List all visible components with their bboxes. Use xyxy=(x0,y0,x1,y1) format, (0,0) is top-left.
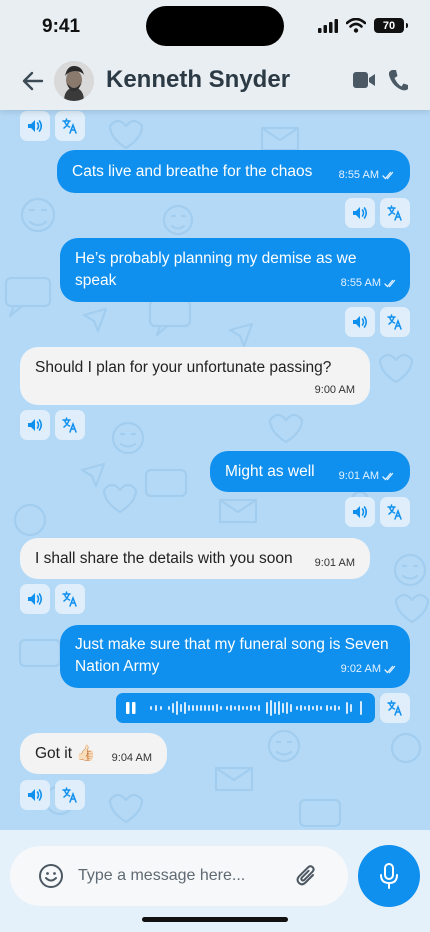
audio-waveform xyxy=(126,700,362,716)
speaker-icon xyxy=(28,120,43,132)
emoji-icon[interactable] xyxy=(38,863,64,889)
pause-icon xyxy=(126,702,130,714)
translate-button[interactable] xyxy=(55,111,85,141)
speak-button[interactable] xyxy=(20,780,50,810)
chat-header: 9:41 70 Kenneth Snyder xyxy=(0,0,430,110)
speak-button[interactable] xyxy=(20,584,50,614)
speak-button[interactable] xyxy=(20,410,50,440)
message-bubble-incoming[interactable]: Should I plan for your unfortunate passi… xyxy=(20,347,370,405)
message-time: 9:04 AM xyxy=(111,752,152,764)
status-time: 9:41 xyxy=(42,16,81,37)
message-bubble-outgoing[interactable]: He’s probably planning my demise as we s… xyxy=(60,238,410,302)
message-meta: 9:01 AM xyxy=(339,465,396,487)
conversation-bar: Kenneth Snyder xyxy=(0,58,430,104)
message-text: Cats live and breathe for the chaos xyxy=(72,163,313,180)
wifi-icon xyxy=(346,18,366,33)
message-text: I shall share the details with you soon xyxy=(35,550,293,567)
translate-button[interactable] xyxy=(55,410,85,440)
speak-button[interactable] xyxy=(20,111,50,141)
translate-button[interactable] xyxy=(55,584,85,614)
message-bubble-outgoing[interactable]: Cats live and breathe for the chaos 8:55… xyxy=(57,150,410,193)
back-arrow-icon[interactable] xyxy=(20,68,46,94)
translate-button[interactable] xyxy=(380,693,410,723)
speaker-icon xyxy=(353,207,368,219)
message-meta: 8:55 AM xyxy=(339,164,396,186)
contact-name[interactable]: Kenneth Snyder xyxy=(106,66,290,94)
message-time: 9:01 AM xyxy=(338,470,379,482)
translate-button[interactable] xyxy=(55,780,85,810)
translate-icon xyxy=(62,591,77,607)
message-input-container xyxy=(10,846,348,906)
battery-icon: 70 xyxy=(374,18,408,33)
translate-button[interactable] xyxy=(380,307,410,337)
avatar-photo xyxy=(54,61,94,101)
message-bubble-outgoing[interactable]: Just make sure that my funeral song is S… xyxy=(60,625,410,688)
translate-icon xyxy=(387,700,402,716)
speaker-icon xyxy=(353,506,368,518)
speaker-icon xyxy=(353,316,368,328)
avatar[interactable] xyxy=(54,61,94,101)
video-call-icon[interactable] xyxy=(352,69,376,91)
home-indicator xyxy=(142,917,288,922)
double-check-icon xyxy=(382,472,394,480)
dynamic-island xyxy=(146,6,284,46)
battery-level: 70 xyxy=(382,19,396,32)
translate-button[interactable] xyxy=(380,497,410,527)
status-icons: 70 xyxy=(318,18,408,33)
message-time: 8:55 AM xyxy=(338,169,379,181)
translate-icon xyxy=(387,205,402,221)
double-check-icon xyxy=(382,171,394,179)
microphone-icon xyxy=(380,863,398,889)
voice-playback-bar[interactable] xyxy=(116,693,375,723)
message-input[interactable] xyxy=(78,864,288,888)
message-time: 9:01 AM xyxy=(314,557,355,569)
translate-button[interactable] xyxy=(380,198,410,228)
speak-button[interactable] xyxy=(345,198,375,228)
translate-icon xyxy=(387,504,402,520)
speak-button[interactable] xyxy=(345,307,375,337)
translate-icon xyxy=(62,787,77,803)
translate-icon xyxy=(62,118,77,134)
phone-call-icon[interactable] xyxy=(387,68,409,92)
speaker-icon xyxy=(28,789,43,801)
microphone-button[interactable] xyxy=(358,845,420,907)
message-time: 9:00 AM xyxy=(314,384,355,396)
message-text: Should I plan for your unfortunate passi… xyxy=(35,359,332,376)
message-text: He’s probably planning my demise as we s… xyxy=(75,250,357,289)
attachment-icon[interactable] xyxy=(294,863,320,889)
speaker-icon xyxy=(28,593,43,605)
double-check-icon xyxy=(384,665,396,673)
speak-button[interactable] xyxy=(345,497,375,527)
message-bubble-outgoing[interactable]: Might as well 9:01 AM xyxy=(210,451,410,492)
translate-icon xyxy=(62,417,77,433)
message-time: 9:02 AM xyxy=(340,663,381,675)
status-bar: 9:41 70 xyxy=(0,0,430,54)
message-text: Got it 👍🏻 xyxy=(35,745,96,762)
message-bubble-incoming[interactable]: I shall share the details with you soon … xyxy=(20,538,370,579)
message-time: 8:55 AM xyxy=(340,277,381,289)
message-meta: 9:02 AM xyxy=(341,658,398,680)
message-bubble-incoming[interactable]: Got it 👍🏻 9:04 AM xyxy=(20,733,167,774)
message-meta: 8:55 AM xyxy=(341,272,398,294)
message-text: Might as well xyxy=(225,463,315,480)
translate-icon xyxy=(387,314,402,330)
speaker-icon xyxy=(28,419,43,431)
double-check-icon xyxy=(384,279,396,287)
signal-icon xyxy=(318,18,338,33)
